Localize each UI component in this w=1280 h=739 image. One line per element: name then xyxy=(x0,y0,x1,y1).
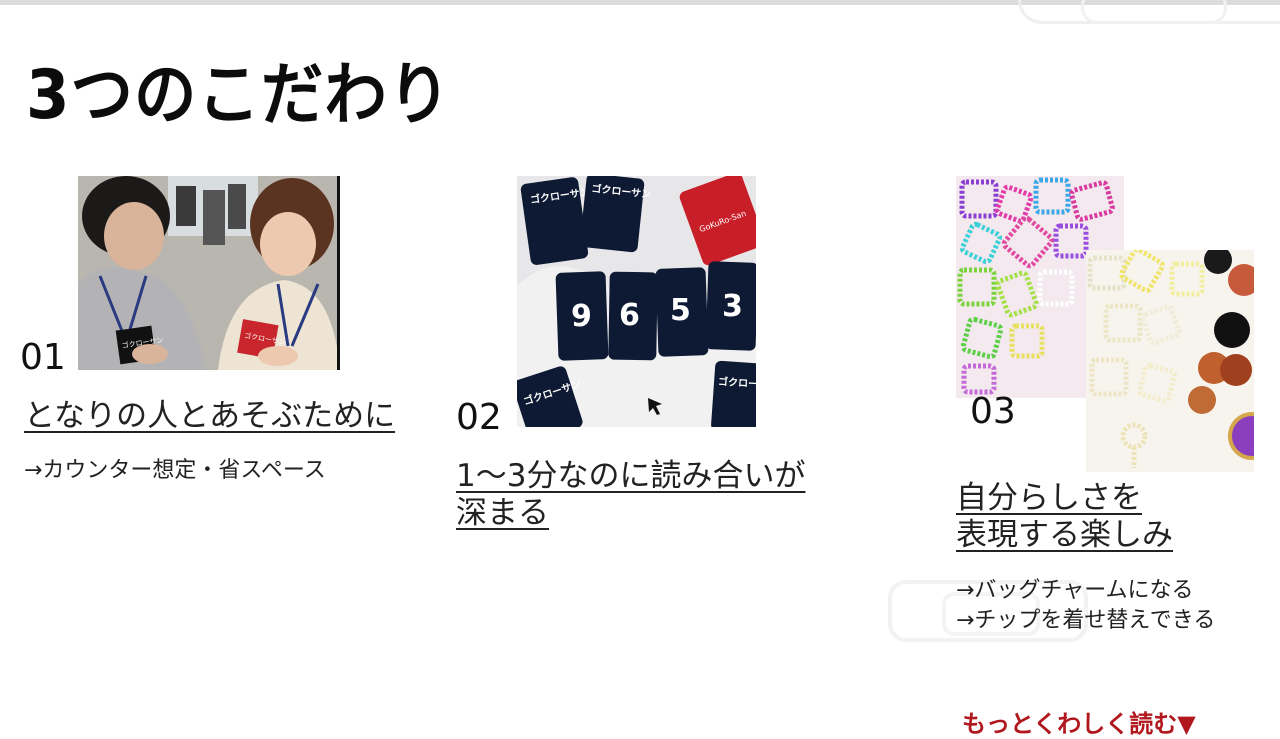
read-more-link[interactable]: もっとくわしく読む▼ xyxy=(962,704,1196,739)
decorative-logo-shape xyxy=(1018,0,1280,24)
feature-03-photo-right xyxy=(1086,250,1254,472)
page-title: 3つのこだわり xyxy=(26,56,452,135)
feature-01-heading[interactable]: となりの人とあそぶために xyxy=(24,398,395,435)
card-digit: 5 xyxy=(670,293,691,328)
card-digit: 6 xyxy=(619,298,640,333)
card-digit: 3 xyxy=(722,289,743,324)
feature-02-heading[interactable]: 1～3分なのに読み合いが 深まる xyxy=(456,458,805,532)
feature-03-number: 03 xyxy=(970,391,1016,432)
feature-01-number: 01 xyxy=(20,337,66,378)
feature-03-note: →バッグチャームになる →チップを着せ替えできる xyxy=(956,578,1216,633)
card-digit: 9 xyxy=(571,299,592,334)
feature-01-photo: ゴクローサン ゴクローサン xyxy=(78,176,340,370)
feature-03-heading[interactable]: 自分らしさを 表現する楽しみ xyxy=(956,480,1173,554)
feature-02-photo: ゴクローサン ゴクローサン GoKuRo-San 9 6 5 3 ゴクローサン … xyxy=(517,176,756,427)
feature-02-number: 02 xyxy=(456,397,502,438)
feature-01-note: →カウンター想定・省スペース xyxy=(24,458,326,483)
